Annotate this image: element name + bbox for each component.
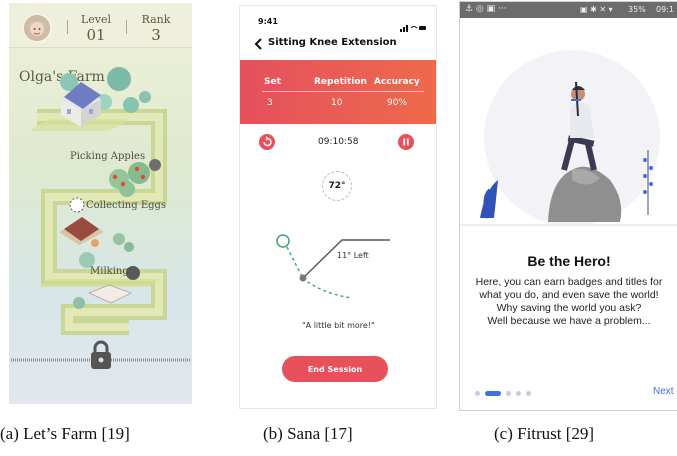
pause-button[interactable]	[398, 134, 414, 150]
pause-icon	[403, 138, 409, 146]
hero-illustration	[460, 50, 677, 226]
status-icons	[400, 17, 426, 36]
angle-badge: 72°	[322, 171, 352, 201]
status-time: 9:41	[258, 17, 278, 26]
restart-icon	[263, 136, 272, 147]
status-system-icons: ▣ ✱ ✕ ▾	[580, 5, 613, 14]
end-session-button[interactable]: End Session	[282, 356, 388, 382]
caption-c: (c) Fitrust [29]	[494, 424, 595, 443]
level-label: Level	[80, 13, 112, 26]
sana-screen: 9:41 Sitting Knee Extension Set Repetiti…	[239, 5, 437, 409]
body-line: Why saving the world you ask?	[496, 302, 642, 314]
lock-icon[interactable]	[89, 340, 113, 374]
rank-stat: Rank 3	[139, 13, 173, 44]
status-bar: ⚓ ◎ ▣ ··· ▣ ✱ ✕ ▾ 35% 09:1	[460, 2, 677, 18]
col-header-set: Set	[264, 77, 281, 87]
farm-top-bar: Level 01 Rank 3	[9, 3, 192, 48]
knee-angle-diagram	[276, 234, 390, 299]
session-timer: 09:10:58	[318, 137, 359, 147]
col-header-repetition: Repetition	[314, 77, 367, 87]
back-button[interactable]	[254, 36, 264, 55]
divider	[67, 20, 68, 34]
angle-value: 72°	[328, 181, 346, 191]
divider	[126, 20, 127, 34]
angle-note: 11° Left	[337, 251, 369, 260]
rank-label: Rank	[141, 13, 171, 26]
body-line: what you do, and even save the world!	[479, 289, 659, 301]
page-dot[interactable]	[526, 390, 531, 396]
status-time: 09:1	[656, 5, 674, 14]
fitrust-screen: ⚓ ◎ ▣ ··· ▣ ✱ ✕ ▾ 35% 09:1 Be the Hero! …	[459, 1, 677, 411]
exercise-title: Sitting Knee Extension	[268, 37, 397, 48]
hero-heading: Be the Hero!	[527, 253, 611, 269]
restart-button[interactable]	[259, 134, 275, 150]
level-stat: Level 01	[79, 13, 113, 44]
task-collecting-eggs[interactable]: Collecting Eggs	[86, 200, 166, 211]
body-line: Here, you can earn badges and titles for	[475, 276, 663, 288]
col-header-accuracy: Accuracy	[374, 77, 420, 87]
chevron-left-icon	[254, 38, 262, 50]
value-set: 3	[267, 98, 273, 108]
status-app-icons: ⚓ ◎ ▣ ···	[465, 4, 507, 14]
hero-body: Here, you can earn badges and titles for…	[460, 276, 677, 328]
caption-b: (b) Sana [17]	[263, 424, 353, 443]
value-accuracy: 90%	[387, 98, 408, 108]
avatar[interactable]	[22, 13, 52, 43]
task-milking[interactable]: Milking	[90, 266, 129, 277]
page-dot[interactable]	[506, 390, 511, 396]
page-dot[interactable]	[475, 390, 480, 396]
page-dot-active[interactable]	[485, 390, 501, 396]
level-value: 01	[86, 26, 106, 44]
end-session-label: End Session	[307, 364, 363, 374]
rank-value: 3	[151, 26, 161, 44]
task-picking-apples[interactable]: Picking Apples	[70, 151, 145, 162]
caption-a: (a) Let’s Farm [19]	[0, 424, 130, 443]
avatar-face-icon	[24, 15, 50, 41]
battery-level: 35%	[628, 5, 646, 14]
lets-farm-screen: Level 01 Rank 3 Olga's Farm Picking Appl…	[9, 3, 192, 404]
encouragement-text: "A little bit more!"	[302, 321, 375, 330]
value-repetition: 10	[331, 98, 343, 108]
body-line: Well because we have a problem...	[487, 315, 651, 327]
header-divider	[262, 91, 424, 92]
page-indicator	[475, 390, 531, 396]
next-button[interactable]: Next	[653, 386, 674, 397]
page-dot[interactable]	[516, 390, 521, 396]
stats-band	[240, 60, 436, 124]
